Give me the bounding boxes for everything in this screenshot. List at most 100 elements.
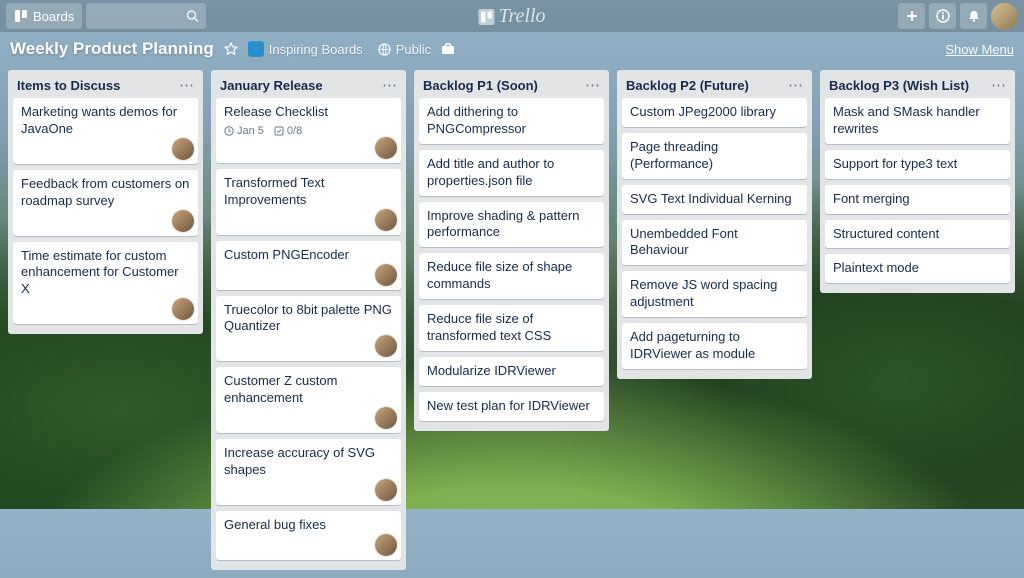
list-menu-button[interactable]: ⋯ xyxy=(788,82,803,90)
board-title[interactable]: Weekly Product Planning xyxy=(10,39,214,59)
team-badge-icon xyxy=(248,41,264,57)
card[interactable]: Time estimate for custom enhancement for… xyxy=(13,242,198,325)
boards-button[interactable]: Boards xyxy=(6,3,82,29)
card-title: Unembedded Font Behaviour xyxy=(630,226,799,260)
card-title: Time estimate for custom enhancement for… xyxy=(21,248,190,299)
clock-icon xyxy=(224,126,234,136)
card-member-avatar[interactable] xyxy=(375,479,397,501)
card[interactable]: Plaintext mode xyxy=(825,254,1010,283)
card[interactable]: Feedback from customers on roadmap surve… xyxy=(13,170,198,236)
card[interactable]: Remove JS word spacing adjustment xyxy=(622,271,807,317)
create-button[interactable] xyxy=(898,3,925,29)
card-title: Release Checklist xyxy=(224,104,393,121)
card-member-avatar[interactable] xyxy=(172,298,194,320)
card-title: Truecolor to 8bit palette PNG Quantizer xyxy=(224,302,393,336)
card-member-avatar[interactable] xyxy=(375,335,397,357)
card[interactable]: Release Checklist Jan 5 0/8 xyxy=(216,98,401,163)
list-title[interactable]: Backlog P1 (Soon) xyxy=(423,78,585,93)
list-menu-button[interactable]: ⋯ xyxy=(585,82,600,90)
card-title: Remove JS word spacing adjustment xyxy=(630,277,799,311)
card[interactable]: Customer Z custom enhancement xyxy=(216,367,401,433)
list-title[interactable]: Items to Discuss xyxy=(17,78,179,93)
card[interactable]: Add pageturning to IDRViewer as module xyxy=(622,323,807,369)
card-title: Improve shading & pattern performance xyxy=(427,208,596,242)
card-member-avatar[interactable] xyxy=(375,209,397,231)
list-header: Backlog P2 (Future)⋯ xyxy=(622,76,807,98)
card-member-avatar[interactable] xyxy=(375,264,397,286)
globe-icon xyxy=(378,43,391,56)
star-button[interactable] xyxy=(224,42,238,56)
info-button[interactable] xyxy=(929,3,956,29)
header-right xyxy=(898,3,1018,30)
card[interactable]: Add title and author to properties.json … xyxy=(419,150,604,196)
visibility-label: Public xyxy=(396,42,431,57)
list: Backlog P3 (Wish List)⋯ Mask and SMask ha… xyxy=(820,70,1015,293)
card-title: Feedback from customers on roadmap surve… xyxy=(21,176,190,210)
list-menu-button[interactable]: ⋯ xyxy=(991,82,1006,90)
card-title: Page threading (Performance) xyxy=(630,139,799,173)
list-menu-button[interactable]: ⋯ xyxy=(382,82,397,90)
card[interactable]: Reduce file size of shape commands xyxy=(419,253,604,299)
list-header: January Release⋯ xyxy=(216,76,401,98)
list-menu-button[interactable]: ⋯ xyxy=(179,82,194,90)
card[interactable]: Transformed Text Improvements xyxy=(216,169,401,235)
card[interactable]: Improve shading & pattern performance xyxy=(419,202,604,248)
plus-icon xyxy=(905,9,919,23)
card-title: Increase accuracy of SVG shapes xyxy=(224,445,393,479)
search-icon xyxy=(186,10,199,23)
list-title[interactable]: Backlog P2 (Future) xyxy=(626,78,788,93)
visibility-button[interactable]: Public xyxy=(378,42,431,57)
card-title: Reduce file size of transformed text CSS xyxy=(427,311,596,345)
card-member-avatar[interactable] xyxy=(375,407,397,429)
card[interactable]: General bug fixes xyxy=(216,511,401,560)
card-title: Custom PNGEncoder xyxy=(224,247,393,264)
boards-icon xyxy=(14,9,28,23)
show-menu-button[interactable]: Show Menu xyxy=(945,42,1014,57)
list-title[interactable]: Backlog P3 (Wish List) xyxy=(829,78,991,93)
card[interactable]: Custom PNGEncoder xyxy=(216,241,401,290)
card[interactable]: Unembedded Font Behaviour xyxy=(622,220,807,266)
card[interactable]: Reduce file size of transformed text CSS xyxy=(419,305,604,351)
team-name: Inspiring Boards xyxy=(269,42,363,57)
card-member-avatar[interactable] xyxy=(172,210,194,232)
team-button[interactable]: Inspiring Boards xyxy=(248,41,368,57)
card[interactable]: Support for type3 text xyxy=(825,150,1010,179)
card[interactable]: Font merging xyxy=(825,185,1010,214)
card-title: Plaintext mode xyxy=(833,260,1002,277)
briefcase-icon xyxy=(441,43,455,55)
card-member-avatar[interactable] xyxy=(375,137,397,159)
list-header: Backlog P1 (Soon)⋯ xyxy=(419,76,604,98)
card[interactable]: Add dithering to PNGCompressor xyxy=(419,98,604,144)
card[interactable]: Modularize IDRViewer xyxy=(419,357,604,386)
brand-logo[interactable]: Trello xyxy=(478,5,545,28)
boards-button-label: Boards xyxy=(33,9,74,24)
card[interactable]: Increase accuracy of SVG shapes xyxy=(216,439,401,505)
card[interactable]: SVG Text Individual Kerning xyxy=(622,185,807,214)
card-title: Reduce file size of shape commands xyxy=(427,259,596,293)
brand-text: Trello xyxy=(498,5,545,28)
card[interactable]: Mask and SMask handler rewrites xyxy=(825,98,1010,144)
list-title[interactable]: January Release xyxy=(220,78,382,93)
notifications-button[interactable] xyxy=(960,3,987,29)
card-member-avatar[interactable] xyxy=(172,138,194,160)
card[interactable]: Structured content xyxy=(825,220,1010,249)
card[interactable]: Custom JPeg2000 library xyxy=(622,98,807,127)
card[interactable]: New test plan for IDRViewer xyxy=(419,392,604,421)
search-input[interactable] xyxy=(86,3,206,29)
card-title: Add title and author to properties.json … xyxy=(427,156,596,190)
card-member-avatar[interactable] xyxy=(375,534,397,556)
attachments-button[interactable] xyxy=(441,43,455,55)
card[interactable]: Truecolor to 8bit palette PNG Quantizer xyxy=(216,296,401,362)
bell-icon xyxy=(967,9,981,23)
card-badges: Jan 5 0/8 xyxy=(224,125,393,137)
card-title: SVG Text Individual Kerning xyxy=(630,191,799,208)
card[interactable]: Marketing wants demos for JavaOne xyxy=(13,98,198,164)
card[interactable]: Page threading (Performance) xyxy=(622,133,807,179)
card-title: Mask and SMask handler rewrites xyxy=(833,104,1002,138)
card-title: New test plan for IDRViewer xyxy=(427,398,596,415)
user-avatar[interactable] xyxy=(991,3,1018,30)
card-title: Customer Z custom enhancement xyxy=(224,373,393,407)
app-header: Boards Trello xyxy=(0,0,1024,32)
checklist-badge: 0/8 xyxy=(274,125,302,137)
due-date-badge: Jan 5 xyxy=(224,125,264,137)
